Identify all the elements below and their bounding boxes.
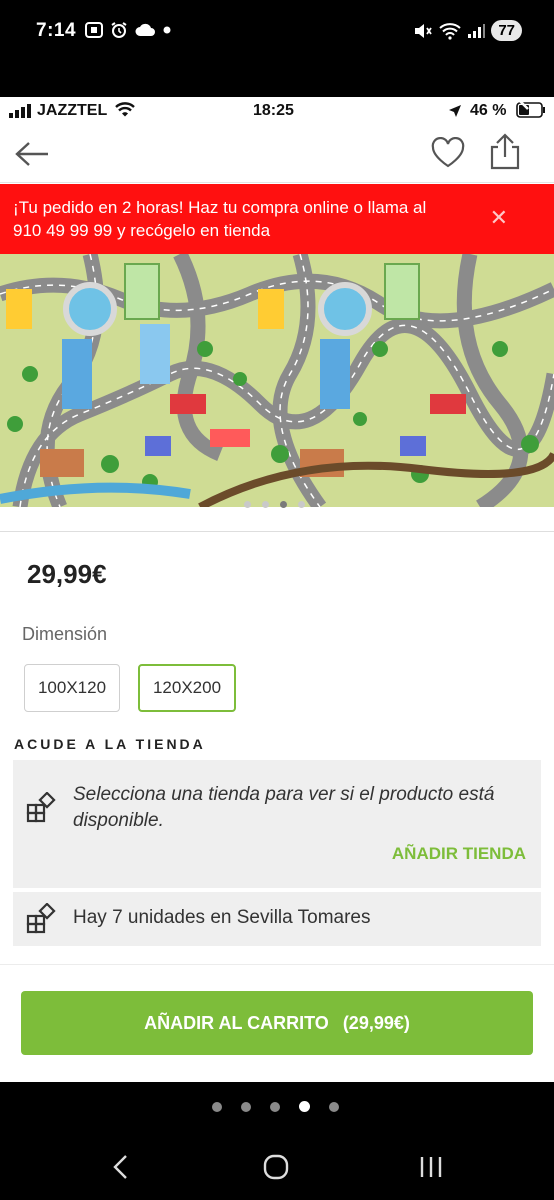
ios-battery-level: 46 %: [470, 102, 507, 119]
home-nav-icon[interactable]: [262, 1153, 290, 1181]
wifi-icon: [439, 22, 461, 40]
ios-status-bar: JAZZTEL 18:25 46 %: [0, 97, 554, 125]
page-dot: [329, 1101, 339, 1112]
overlay-close-icon[interactable]: [502, 97, 532, 113]
promo-close-icon[interactable]: ✕: [490, 207, 508, 229]
divider: [0, 964, 554, 965]
add-store-link[interactable]: AÑADIR TIENDA: [392, 844, 526, 864]
size-option-120x200[interactable]: 120X200: [138, 664, 236, 712]
carousel-dots: [244, 501, 305, 508]
add-to-cart-button[interactable]: AÑADIR AL CARRITO (29,99€): [21, 991, 533, 1055]
promo-banner: ¡Tu pedido en 2 horas! Haz tu compra onl…: [0, 184, 554, 254]
android-time: 7:14: [36, 20, 77, 41]
page-dot: [212, 1101, 222, 1112]
store-grid-icon: [26, 903, 56, 934]
android-battery-level: 77: [491, 20, 522, 41]
cloud-icon: [135, 23, 155, 36]
store-select-card: Selecciona una tienda para ver si el pro…: [13, 760, 541, 888]
select-store-message: Selecciona una tienda para ver si el pro…: [73, 784, 495, 831]
store-availability-card: Hay 7 unidades en Sevilla Tomares: [13, 892, 541, 946]
app-screen: JAZZTEL 18:25 46 % ¡Tu pedido en 2 horas…: [0, 97, 554, 1082]
page-dot-active: [299, 1101, 310, 1112]
divider: [0, 531, 554, 532]
dimension-label: Dimensión: [22, 624, 108, 644]
size-option-100x120[interactable]: 100X120: [24, 664, 120, 712]
add-to-cart-label: AÑADIR AL CARRITO: [144, 1012, 329, 1033]
carousel-dot-active[interactable]: [280, 501, 287, 508]
page-indicator: [212, 1101, 339, 1112]
carrier-name: JAZZTEL: [37, 102, 108, 119]
signal-icon: [468, 23, 486, 38]
store-grid-icon: [26, 792, 56, 823]
dot-icon: [163, 26, 171, 34]
cell-signal-icon: [9, 104, 31, 118]
carousel-dot[interactable]: [298, 501, 305, 508]
ios-wifi-icon: [115, 102, 135, 117]
carousel-dot[interactable]: [244, 501, 251, 508]
product-topbar: [0, 125, 554, 183]
recents-nav-icon[interactable]: [418, 1154, 444, 1180]
back-arrow-icon[interactable]: [14, 140, 50, 168]
back-nav-icon[interactable]: [110, 1154, 132, 1180]
page-dot: [241, 1101, 251, 1112]
product-image[interactable]: [0, 254, 554, 507]
android-nav-bar: [0, 1140, 554, 1200]
mute-icon: [415, 23, 433, 38]
android-status-bar: 7:14 77: [0, 0, 554, 97]
screenshot-icon: [85, 22, 103, 38]
ios-time: 18:25: [253, 102, 294, 119]
heart-icon[interactable]: [430, 137, 466, 169]
units-available-message: Hay 7 unidades en Sevilla Tomares: [73, 907, 371, 928]
alarm-icon: [111, 22, 127, 38]
store-section-title: ACUDE A LA TIENDA: [14, 736, 206, 752]
carousel-dot[interactable]: [262, 501, 269, 508]
promo-text: ¡Tu pedido en 2 horas! Haz tu compra onl…: [13, 198, 427, 240]
location-arrow-icon: [449, 105, 461, 117]
page-dot: [270, 1101, 280, 1112]
add-to-cart-price: (29,99€): [342, 1012, 410, 1033]
share-icon[interactable]: [488, 133, 522, 171]
product-price: 29,99€: [27, 559, 107, 589]
